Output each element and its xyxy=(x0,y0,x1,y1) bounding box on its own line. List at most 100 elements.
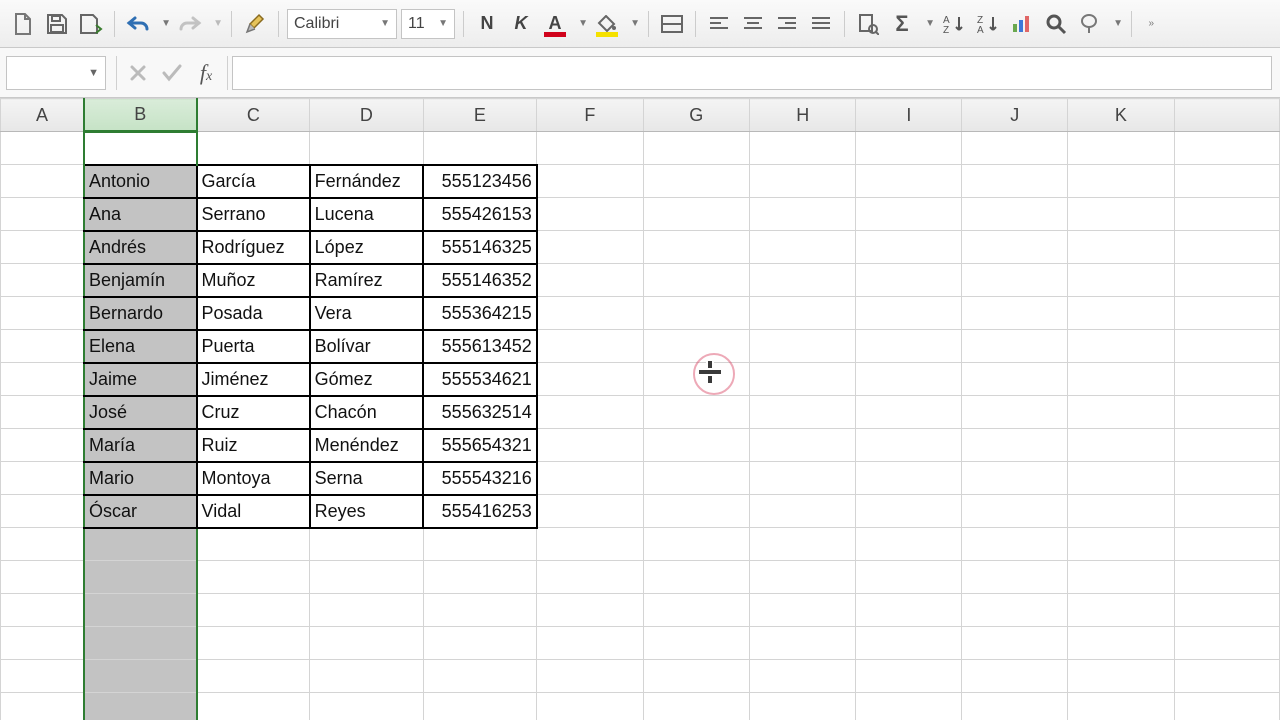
column-header-I[interactable]: I xyxy=(856,99,962,132)
cell[interactable] xyxy=(643,528,750,561)
cell[interactable]: Lucena xyxy=(310,198,423,231)
cell[interactable] xyxy=(962,495,1068,528)
sort-asc-button[interactable]: AZ xyxy=(939,9,969,39)
cell[interactable] xyxy=(962,660,1068,693)
spreadsheet-grid[interactable]: ABCDEFGHIJK AntonioGarcíaFernández555123… xyxy=(0,98,1280,720)
cell[interactable] xyxy=(856,561,962,594)
align-justify-button[interactable] xyxy=(806,9,836,39)
cell[interactable] xyxy=(423,561,537,594)
cell[interactable]: Óscar xyxy=(84,495,197,528)
cell[interactable] xyxy=(856,495,962,528)
cell[interactable] xyxy=(962,561,1068,594)
cell[interactable] xyxy=(1174,165,1279,198)
cell[interactable] xyxy=(750,330,856,363)
cell[interactable] xyxy=(1174,528,1279,561)
cell[interactable] xyxy=(856,528,962,561)
cell[interactable]: María xyxy=(84,429,197,462)
cell[interactable] xyxy=(1174,132,1279,165)
cell[interactable] xyxy=(962,165,1068,198)
cell[interactable] xyxy=(856,693,962,720)
cell[interactable] xyxy=(750,627,856,660)
cell[interactable] xyxy=(197,660,310,693)
cell[interactable]: Andrés xyxy=(84,231,197,264)
cell[interactable] xyxy=(643,429,750,462)
cell[interactable]: Puerta xyxy=(197,330,310,363)
sum-dropdown[interactable]: ▼ xyxy=(921,9,935,39)
cell[interactable] xyxy=(84,132,197,165)
cell[interactable] xyxy=(856,594,962,627)
cell[interactable] xyxy=(1068,264,1174,297)
cell[interactable]: López xyxy=(310,231,423,264)
cell[interactable] xyxy=(962,429,1068,462)
cell[interactable] xyxy=(750,660,856,693)
cell[interactable] xyxy=(750,462,856,495)
cell[interactable]: García xyxy=(197,165,310,198)
align-right-button[interactable] xyxy=(772,9,802,39)
formula-input[interactable] xyxy=(232,56,1272,90)
cell[interactable] xyxy=(84,660,197,693)
cell[interactable] xyxy=(537,495,643,528)
cell[interactable] xyxy=(537,561,643,594)
cell[interactable] xyxy=(643,297,750,330)
cell[interactable] xyxy=(1,693,85,720)
cell[interactable] xyxy=(1,528,85,561)
cell[interactable] xyxy=(856,363,962,396)
cell[interactable]: 555146352 xyxy=(423,264,537,297)
cell[interactable] xyxy=(537,396,643,429)
cell[interactable] xyxy=(856,627,962,660)
undo-button[interactable] xyxy=(123,9,153,39)
cell[interactable] xyxy=(750,495,856,528)
cell[interactable] xyxy=(423,627,537,660)
cell[interactable] xyxy=(962,231,1068,264)
cell[interactable] xyxy=(1,495,85,528)
cell[interactable] xyxy=(1068,231,1174,264)
cell[interactable]: Ramírez xyxy=(310,264,423,297)
cell[interactable]: 555364215 xyxy=(423,297,537,330)
cell[interactable] xyxy=(423,132,537,165)
cell[interactable] xyxy=(1,363,85,396)
cell[interactable] xyxy=(1068,429,1174,462)
cell[interactable] xyxy=(537,528,643,561)
undo-dropdown[interactable]: ▼ xyxy=(157,9,171,39)
cell[interactable]: Vera xyxy=(310,297,423,330)
sort-desc-button[interactable]: ZA xyxy=(973,9,1003,39)
cell[interactable]: Serna xyxy=(310,462,423,495)
cell[interactable] xyxy=(84,627,197,660)
cell[interactable] xyxy=(537,627,643,660)
cell[interactable] xyxy=(1174,693,1279,720)
cell[interactable]: Fernández xyxy=(310,165,423,198)
cell[interactable] xyxy=(750,363,856,396)
cell[interactable] xyxy=(1174,330,1279,363)
cell[interactable] xyxy=(750,561,856,594)
cell[interactable] xyxy=(1,594,85,627)
cell[interactable]: Montoya xyxy=(197,462,310,495)
cell[interactable]: Reyes xyxy=(310,495,423,528)
save-button[interactable] xyxy=(42,9,72,39)
cell[interactable] xyxy=(537,429,643,462)
cell[interactable] xyxy=(962,594,1068,627)
cell[interactable] xyxy=(643,231,750,264)
cell[interactable] xyxy=(643,264,750,297)
cell[interactable]: Cruz xyxy=(197,396,310,429)
cell[interactable] xyxy=(1068,693,1174,720)
cell[interactable]: Jaime xyxy=(84,363,197,396)
bold-button[interactable]: N xyxy=(472,9,502,39)
cell[interactable] xyxy=(197,693,310,720)
cell[interactable] xyxy=(856,660,962,693)
cell[interactable]: 555123456 xyxy=(423,165,537,198)
cell[interactable] xyxy=(1068,396,1174,429)
cell[interactable] xyxy=(537,264,643,297)
cell[interactable] xyxy=(750,594,856,627)
cell[interactable]: Mario xyxy=(84,462,197,495)
cell[interactable]: Ana xyxy=(84,198,197,231)
cell[interactable] xyxy=(962,363,1068,396)
cell[interactable] xyxy=(537,198,643,231)
cell[interactable]: 555654321 xyxy=(423,429,537,462)
cell[interactable] xyxy=(856,264,962,297)
cell[interactable] xyxy=(643,561,750,594)
cell[interactable] xyxy=(1174,594,1279,627)
cell[interactable] xyxy=(750,693,856,720)
cell[interactable] xyxy=(962,528,1068,561)
cell[interactable] xyxy=(750,231,856,264)
redo-button[interactable] xyxy=(175,9,205,39)
